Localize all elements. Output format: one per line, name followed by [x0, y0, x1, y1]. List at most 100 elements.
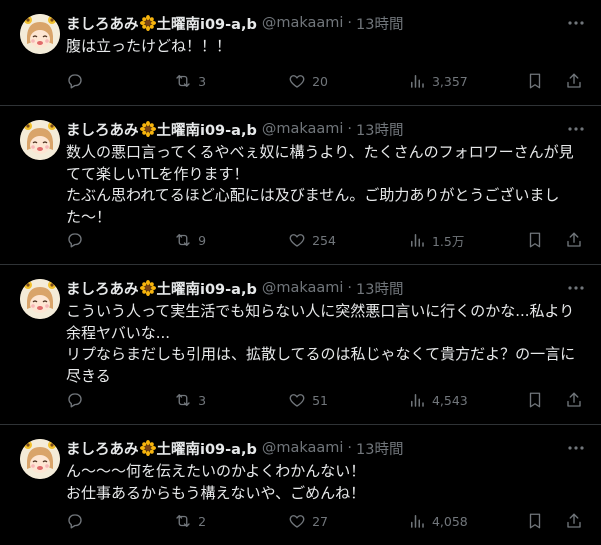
sunflower-icon	[139, 280, 156, 296]
share-button[interactable]	[565, 512, 585, 530]
user-handle[interactable]: @makaami	[262, 280, 344, 296]
reply-icon	[66, 231, 84, 249]
display-name-suffix[interactable]: 土曜南i09-a,b	[157, 119, 257, 140]
share-button[interactable]	[565, 231, 585, 249]
views-count: 4,543	[431, 392, 468, 408]
bookmark-button[interactable]	[526, 231, 555, 249]
tweet[interactable]: ましろあみ 土曜南i09-a,b @m	[0, 106, 601, 265]
tweet[interactable]: ましろあみ 土曜南i09-a,b @m	[0, 265, 601, 425]
reply-icon	[66, 391, 84, 409]
user-handle[interactable]: @makaami	[262, 440, 344, 456]
like-count: 51	[312, 392, 328, 408]
display-name[interactable]: ましろあみ	[66, 438, 139, 459]
avatar[interactable]	[20, 439, 60, 479]
user-handle[interactable]: @makaami	[262, 15, 344, 31]
views-button[interactable]: 1.5万	[408, 231, 526, 250]
more-icon[interactable]	[567, 279, 585, 297]
like-count: 254	[312, 232, 336, 248]
tweet-text: 数人の悪口言ってくるやべぇ奴に構うより、たくさんのフォロワーさんが見てて楽しいT…	[66, 143, 574, 226]
retweet-button[interactable]: 2	[174, 512, 288, 530]
retweet-button[interactable]: 3	[174, 72, 288, 90]
timestamp[interactable]: 13時間	[356, 438, 403, 459]
retweet-icon	[174, 391, 192, 409]
avatar[interactable]	[20, 279, 60, 319]
like-count: 27	[312, 513, 328, 529]
action-bar: 3 20 3,357	[66, 71, 585, 91]
share-icon	[565, 391, 583, 409]
reply-button[interactable]	[66, 231, 174, 249]
separator-dot: ·	[347, 121, 353, 137]
views-button[interactable]: 4,543	[408, 391, 526, 409]
display-name-suffix[interactable]: 土曜南i09-a,b	[157, 438, 257, 459]
retweet-count: 2	[198, 513, 207, 529]
views-icon	[408, 231, 426, 249]
like-count: 20	[312, 73, 328, 89]
timestamp[interactable]: 13時間	[356, 278, 403, 299]
display-name-suffix[interactable]: 土曜南i09-a,b	[157, 278, 257, 299]
avatar[interactable]	[20, 14, 60, 54]
views-count: 3,357	[431, 73, 468, 89]
tweet-text: ん〜〜〜何を伝えたいのかよくわかんない！ お仕事あるからもう構えないや、ごめんね…	[66, 462, 366, 502]
retweet-icon	[174, 72, 192, 90]
display-name-suffix[interactable]: 土曜南i09-a,b	[157, 13, 257, 34]
retweet-icon	[174, 512, 192, 530]
bookmark-button[interactable]	[526, 512, 555, 530]
like-button[interactable]: 27	[288, 512, 408, 530]
tweet-header: ましろあみ 土曜南i09-a,b @makaami · 13時間	[66, 118, 585, 140]
heart-icon	[288, 72, 306, 90]
share-icon	[565, 512, 583, 530]
views-icon	[408, 72, 426, 90]
views-icon	[408, 391, 426, 409]
sunflower-icon	[139, 440, 156, 456]
sunflower-icon	[139, 121, 156, 137]
retweet-count: 9	[198, 232, 207, 248]
avatar[interactable]	[20, 120, 60, 160]
timestamp[interactable]: 13時間	[356, 13, 403, 34]
more-icon[interactable]	[567, 439, 585, 457]
views-button[interactable]: 3,357	[408, 72, 526, 90]
display-name[interactable]: ましろあみ	[66, 13, 139, 34]
timestamp[interactable]: 13時間	[356, 119, 403, 140]
views-icon	[408, 512, 426, 530]
bookmark-button[interactable]	[526, 391, 555, 409]
like-button[interactable]: 254	[288, 231, 408, 249]
tweet[interactable]: ましろあみ 土曜南i09-a,b @m	[0, 425, 601, 545]
share-icon	[565, 72, 583, 90]
heart-icon	[288, 512, 306, 530]
tweet-text: こういう人って実生活でも知らない人に突然悪口言いに行くのかな...私より余程ヤバ…	[66, 302, 576, 385]
bookmark-icon	[526, 512, 544, 530]
tweet-header: ましろあみ 土曜南i09-a,b @makaami · 13時間	[66, 277, 585, 299]
more-icon[interactable]	[567, 120, 585, 138]
reply-button[interactable]	[66, 72, 174, 90]
action-bar: 2 27 4,058	[66, 511, 585, 531]
share-icon	[565, 231, 583, 249]
display-name[interactable]: ましろあみ	[66, 119, 139, 140]
bookmark-icon	[526, 231, 544, 249]
user-handle[interactable]: @makaami	[262, 121, 344, 137]
reply-button[interactable]	[66, 512, 174, 530]
heart-icon	[288, 391, 306, 409]
like-button[interactable]: 51	[288, 391, 408, 409]
views-count: 4,058	[431, 513, 468, 529]
timeline-feed: ましろあみ 土曜南i09-a,b @makaami · 13時間 腹は立ったけど…	[0, 0, 601, 545]
retweet-count: 3	[198, 73, 207, 89]
views-count: 1.5万	[431, 233, 465, 249]
more-icon[interactable]	[567, 14, 585, 32]
bookmark-button[interactable]	[526, 72, 555, 90]
separator-dot: ·	[347, 15, 353, 31]
retweet-button[interactable]: 9	[174, 231, 288, 249]
share-button[interactable]	[565, 391, 585, 409]
reply-icon	[66, 72, 84, 90]
bookmark-icon	[526, 391, 544, 409]
reply-button[interactable]	[66, 391, 174, 409]
tweet[interactable]: ましろあみ 土曜南i09-a,b @m	[0, 0, 601, 106]
views-button[interactable]: 4,058	[408, 512, 526, 530]
retweet-button[interactable]: 3	[174, 391, 288, 409]
reply-icon	[66, 512, 84, 530]
share-button[interactable]	[565, 72, 585, 90]
display-name[interactable]: ましろあみ	[66, 278, 139, 299]
tweet-header: ましろあみ 土曜南i09-a,b @makaami · 13時間	[66, 12, 585, 34]
bookmark-icon	[526, 72, 544, 90]
like-button[interactable]: 20	[288, 72, 408, 90]
tweet-header: ましろあみ 土曜南i09-a,b @makaami · 13時間	[66, 437, 585, 459]
